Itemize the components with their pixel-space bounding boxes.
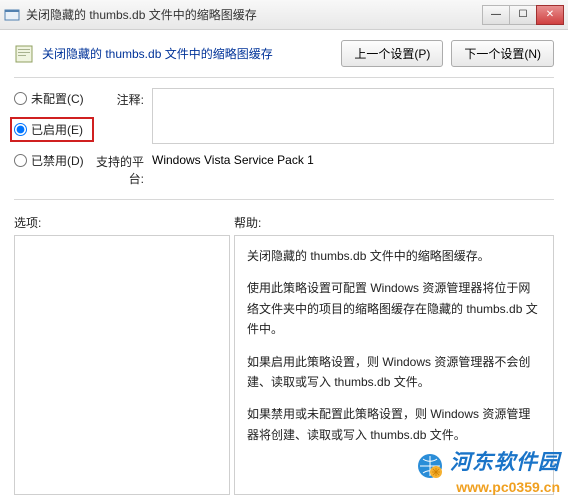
policy-icon: [14, 44, 34, 64]
help-text: 使用此策略设置可配置 Windows 资源管理器将位于网络文件夹中的项目的缩略图…: [247, 278, 541, 339]
watermark: 河东软件园 www.pc0359.cn: [417, 446, 560, 495]
options-label: 选项:: [14, 214, 234, 231]
comment-label: 注释:: [94, 88, 152, 144]
help-text: 如果禁用或未配置此策略设置，则 Windows 资源管理器将创建、读取或写入 t…: [247, 404, 541, 445]
platform-label: 支持的平台:: [94, 150, 152, 187]
header-row: 关闭隐藏的 thumbs.db 文件中的缩略图缓存 上一个设置(P) 下一个设置…: [0, 30, 568, 77]
help-text: 关闭隐藏的 thumbs.db 文件中的缩略图缓存。: [247, 246, 541, 266]
page-title: 关闭隐藏的 thumbs.db 文件中的缩略图缓存: [42, 45, 341, 62]
state-radios: 未配置(C) 已启用(E) 已禁用(D): [14, 88, 94, 193]
radio-enabled-label: 已启用(E): [31, 121, 83, 138]
titlebar: 关闭隐藏的 thumbs.db 文件中的缩略图缓存 — ☐ ✕: [0, 0, 568, 30]
radio-disabled-input[interactable]: [14, 154, 27, 167]
app-icon: [4, 7, 20, 23]
comment-textarea[interactable]: [152, 88, 554, 144]
radio-enabled[interactable]: 已启用(E): [10, 117, 94, 142]
maximize-button[interactable]: ☐: [509, 5, 537, 25]
watermark-name: 河东软件园: [450, 451, 560, 474]
radio-enabled-input[interactable]: [14, 123, 27, 136]
next-setting-button[interactable]: 下一个设置(N): [451, 40, 554, 67]
divider: [14, 77, 554, 78]
options-pane: [14, 235, 230, 495]
radio-not-configured-label: 未配置(C): [31, 90, 84, 107]
help-label: 帮助:: [234, 214, 261, 231]
radio-not-configured[interactable]: 未配置(C): [14, 90, 94, 107]
window-title: 关闭隐藏的 thumbs.db 文件中的缩略图缓存: [26, 6, 483, 23]
divider: [14, 199, 554, 200]
window-controls: — ☐ ✕: [483, 5, 564, 25]
globe-icon: [417, 453, 443, 479]
radio-disabled[interactable]: 已禁用(D): [14, 152, 94, 169]
help-text: 如果启用此策略设置，则 Windows 资源管理器不会创建、读取或写入 thum…: [247, 352, 541, 393]
radio-disabled-label: 已禁用(D): [31, 152, 84, 169]
close-button[interactable]: ✕: [536, 5, 564, 25]
watermark-url: www.pc0359.cn: [417, 479, 560, 495]
radio-not-configured-input[interactable]: [14, 92, 27, 105]
prev-setting-button[interactable]: 上一个设置(P): [341, 40, 443, 67]
minimize-button[interactable]: —: [482, 5, 510, 25]
platform-value: Windows Vista Service Pack 1: [152, 150, 554, 187]
